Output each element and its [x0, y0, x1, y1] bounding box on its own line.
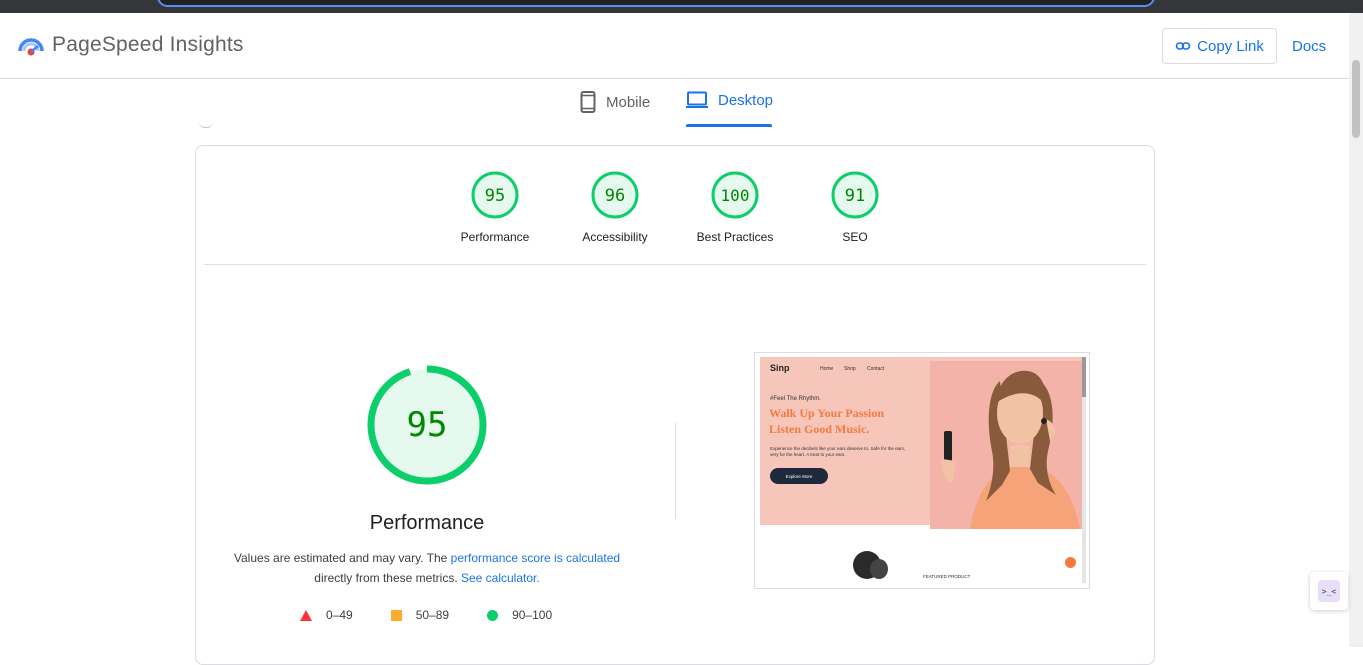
- legend-average: 50–89: [390, 608, 450, 622]
- screenshot-scrollbar: [1082, 357, 1086, 583]
- browser-toolbar: [0, 0, 1363, 13]
- legend-fail: 0–49: [300, 608, 353, 622]
- app-header: PageSpeed Insights Copy Link Docs: [0, 13, 1349, 79]
- legend-range: 50–89: [415, 608, 450, 622]
- side-assistant-widget[interactable]: >_<: [1310, 572, 1348, 610]
- average-square-icon: [390, 609, 402, 621]
- phone-icon: [580, 91, 596, 113]
- legend-range: 0–49: [326, 608, 353, 622]
- gauge-ring: 100: [711, 171, 759, 219]
- gauge-label: Performance: [460, 230, 530, 244]
- screenshot-body: Experience the decibels like your ears d…: [770, 446, 906, 457]
- pagespeed-logo-icon[interactable]: [18, 33, 44, 59]
- gauge-ring: 95: [471, 171, 519, 219]
- link-icon: [1175, 42, 1191, 50]
- screenshot-brand: Sinp: [770, 363, 790, 373]
- gauge-seo[interactable]: 91 SEO: [795, 170, 915, 244]
- gauge-label: SEO: [842, 230, 868, 244]
- gauge-label: Accessibility: [582, 230, 648, 244]
- legend-range: 90–100: [512, 608, 553, 622]
- vertical-divider: [675, 423, 676, 519]
- legend-pass: 90–100: [487, 608, 552, 622]
- gauge-score: 100: [721, 186, 750, 205]
- performance-score: 95: [407, 405, 448, 445]
- earbud-image: [853, 551, 888, 579]
- screenshot-floating-button: [1065, 557, 1076, 568]
- desc-text: Values are estimated and may vary. The: [233, 551, 451, 565]
- screenshot-headline: Walk Up Your Passion Listen Good Music.: [769, 405, 884, 437]
- performance-description: Values are estimated and may vary. The p…: [216, 548, 638, 588]
- gauge-performance[interactable]: 95 Performance: [435, 170, 555, 244]
- gauge-label: Best Practices: [696, 230, 774, 244]
- headline-line: Listen Good Music.: [769, 422, 870, 436]
- screenshot-nav-item: Home: [820, 366, 834, 372]
- page-screenshot-thumbnail: Sinp Home Shop Contact #Feel The Rhythm.…: [754, 352, 1090, 589]
- fail-triangle-icon: [300, 609, 312, 621]
- divider: [204, 264, 1146, 265]
- gauge-score: 95: [485, 186, 505, 206]
- tab-desktop-label: Desktop: [718, 91, 774, 109]
- screenshot-kicker: #Feel The Rhythm.: [770, 396, 821, 402]
- page-scrollbar[interactable]: [1349, 13, 1363, 647]
- pass-circle-icon: [487, 609, 499, 621]
- laptop-icon: [686, 91, 708, 108]
- gauge-accessibility[interactable]: 96 Accessibility: [555, 170, 675, 244]
- active-tab-indicator: [686, 124, 772, 127]
- screenshot-cta: Explore More: [770, 468, 828, 484]
- scrollbar-thumb[interactable]: [1352, 60, 1360, 138]
- screenshot-featured-label: FEATURED PRODUCT: [923, 574, 971, 579]
- tab-mobile[interactable]: Mobile: [580, 91, 650, 113]
- score-legend: 0–49 50–89 90–100: [300, 608, 590, 622]
- gauge-ring: 91: [831, 171, 879, 219]
- gauge-score: 96: [605, 186, 625, 206]
- gauge-ring: 96: [591, 171, 639, 219]
- performance-gauge-large: 95: [367, 365, 487, 485]
- headline-line: Walk Up Your Passion: [769, 406, 885, 420]
- address-bar[interactable]: [157, 0, 1155, 7]
- see-calculator-link[interactable]: See calculator.: [461, 571, 540, 585]
- category-gauges: 95 Performance 96 Accessibility 100 Best…: [196, 170, 1154, 250]
- screenshot-hero: Sinp Home Shop Contact #Feel The Rhythm.…: [760, 357, 1082, 529]
- copy-link-button[interactable]: Copy Link: [1162, 28, 1277, 64]
- performance-title: Performance: [369, 512, 485, 534]
- desc-text: directly from these metrics.: [314, 571, 461, 585]
- tab-desktop[interactable]: Desktop: [686, 91, 773, 109]
- gauge-best-practices[interactable]: 100 Best Practices: [675, 170, 795, 244]
- score-calculated-link[interactable]: performance score is calculated: [451, 551, 620, 565]
- woman-with-earbuds-image: [930, 361, 1082, 529]
- screenshot-nav-item: Contact: [867, 366, 885, 372]
- copy-link-label: Copy Link: [1197, 37, 1264, 55]
- report-card: 95 Performance 96 Accessibility 100 Best…: [195, 145, 1155, 665]
- assistant-icon: >_<: [1318, 580, 1340, 602]
- screenshot-scroll-thumb: [1082, 357, 1086, 397]
- app-title[interactable]: PageSpeed Insights: [52, 33, 244, 57]
- tab-mobile-label: Mobile: [606, 93, 651, 111]
- screenshot-nav-item: Shop: [844, 366, 856, 372]
- docs-link[interactable]: Docs: [1292, 38, 1326, 55]
- gauge-score: 91: [845, 186, 865, 206]
